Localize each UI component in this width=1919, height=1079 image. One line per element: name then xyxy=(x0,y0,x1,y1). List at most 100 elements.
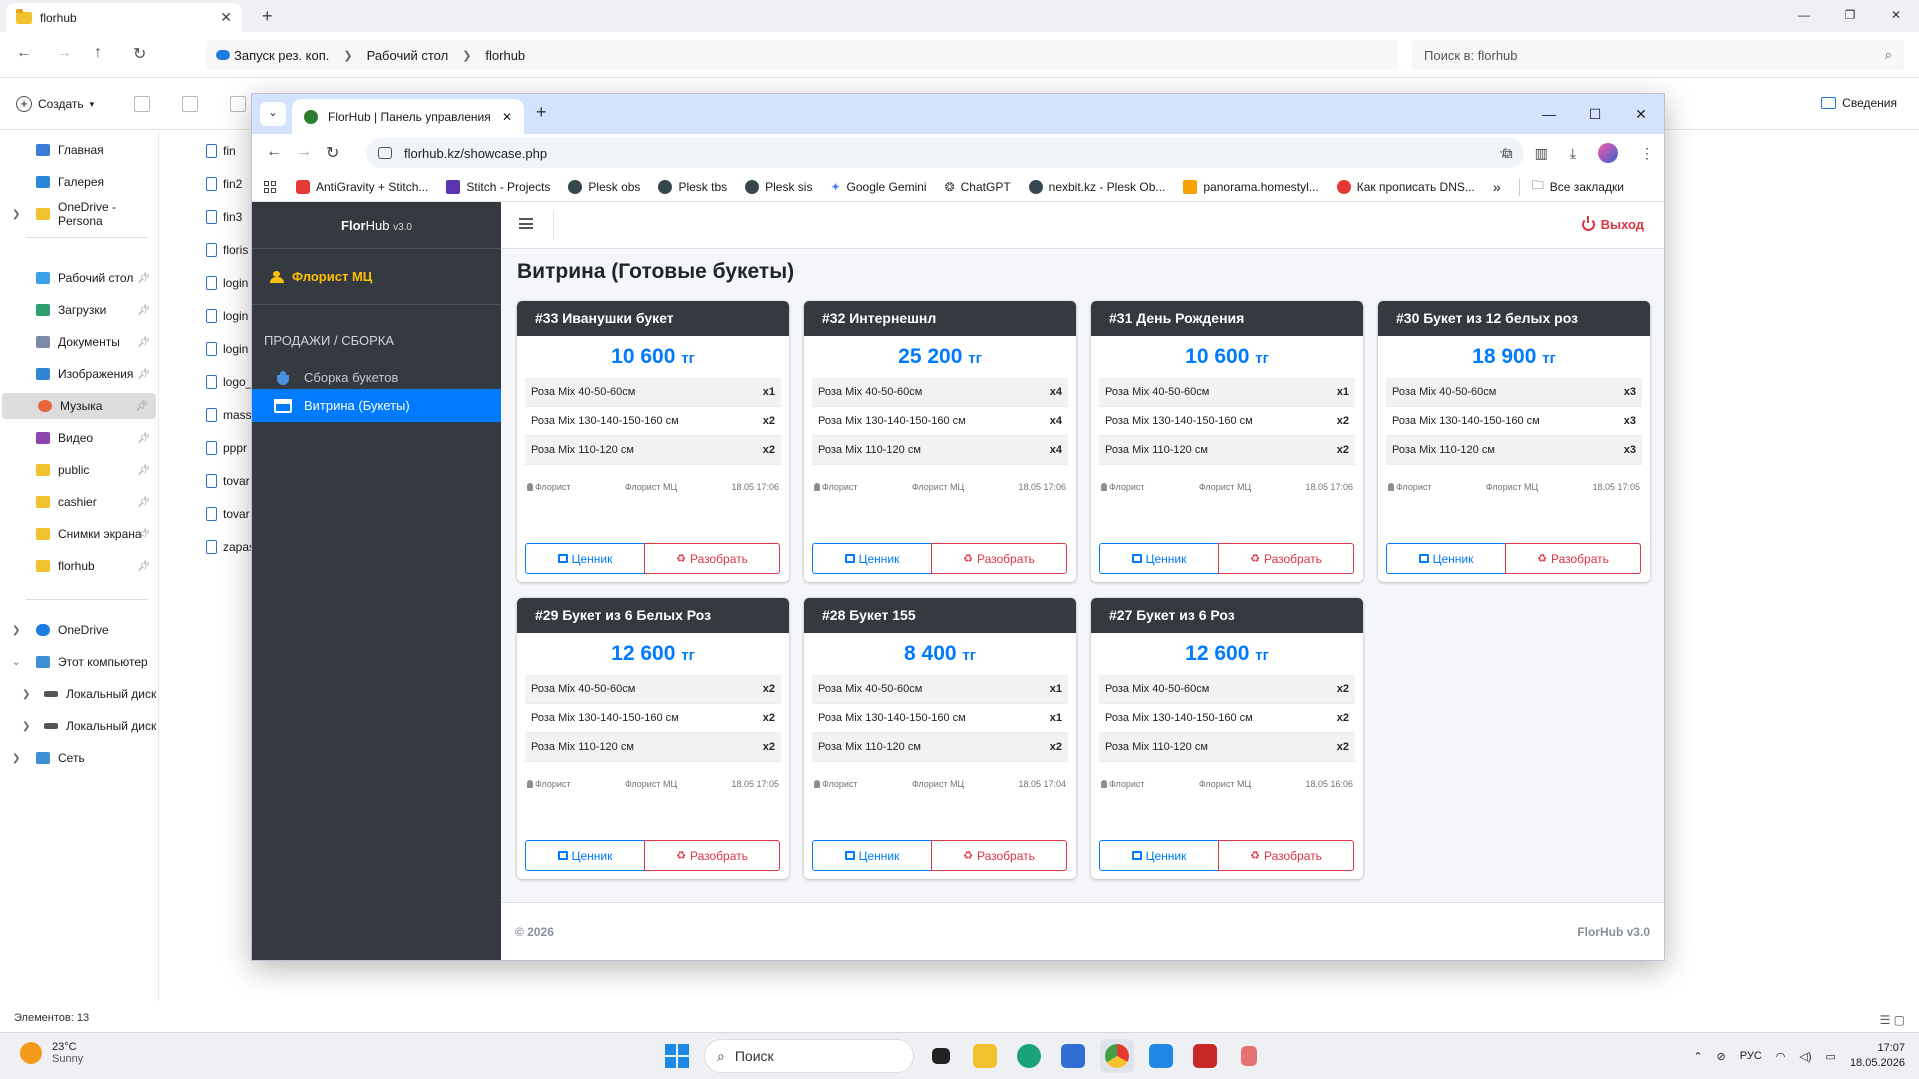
chevron-right-icon[interactable]: ❯ xyxy=(22,689,30,700)
close-tab-icon[interactable]: ✕ xyxy=(502,110,512,124)
bookmark-item[interactable]: Как прописать DNS... xyxy=(1336,179,1475,194)
bookmark-item[interactable]: AntiGravity + Stitch... xyxy=(296,179,428,194)
sidebar-item-pictures[interactable]: Изображения 📌︎ xyxy=(0,361,158,387)
forward-arrow-icon[interactable]: → xyxy=(56,44,72,62)
apps-grid-icon[interactable] xyxy=(264,180,276,193)
close-window-button[interactable]: ✕ xyxy=(1873,0,1919,30)
more-menu-icon[interactable]: ⋮ xyxy=(1640,145,1654,162)
breadcrumb-item[interactable]: Рабочий стол xyxy=(367,48,449,63)
all-bookmarks-button[interactable]: 🗀︎ Все закладки xyxy=(1532,176,1624,197)
explorer-tab[interactable]: florhub ✕ xyxy=(6,3,242,32)
wifi-icon[interactable]: ◠ xyxy=(1776,1050,1786,1063)
sidebar-item-florhub[interactable]: florhub 📌︎ xyxy=(0,553,158,579)
start-button[interactable] xyxy=(660,1039,694,1073)
sidebar-item-cashier[interactable]: cashier 📌︎ xyxy=(0,489,158,515)
sidebar-item-desktop[interactable]: Рабочий стол 📌︎ xyxy=(0,265,158,291)
chevron-up-icon[interactable]: ⌃ xyxy=(1693,1050,1702,1063)
chevron-right-icon[interactable]: ❯ xyxy=(12,753,20,764)
browser-tab[interactable]: FlorHub | Панель управления ✕ xyxy=(292,99,524,134)
bookmark-item[interactable]: ✦ Google Gemini xyxy=(830,180,926,194)
store-taskbar-button[interactable] xyxy=(1056,1039,1090,1073)
paste-icon[interactable] xyxy=(230,96,246,112)
minimize-button[interactable]: — xyxy=(1526,94,1572,134)
list-item[interactable]: login xyxy=(206,270,248,296)
disassemble-button[interactable]: ♻ Разобрать xyxy=(1505,543,1641,574)
no-camera-icon[interactable]: ⊘ xyxy=(1717,1050,1726,1063)
close-window-button[interactable]: ✕ xyxy=(1618,94,1664,134)
chevron-right-icon[interactable]: ❯ xyxy=(22,721,30,732)
disassemble-button[interactable]: ♻ Разобрать xyxy=(644,543,780,574)
filezilla-taskbar-button[interactable] xyxy=(1188,1039,1222,1073)
sidebar-item-home[interactable]: Главная xyxy=(0,137,158,163)
language-indicator[interactable]: РУС xyxy=(1740,1050,1762,1062)
list-item[interactable]: tovar xyxy=(206,468,250,494)
sidebar-item-gallery[interactable]: Галерея xyxy=(0,169,158,195)
bookmark-item[interactable]: nexbit.kz - Plesk Ob... xyxy=(1028,179,1165,194)
maximize-button[interactable]: ❐ xyxy=(1827,0,1873,30)
file-explorer-taskbar-button[interactable] xyxy=(968,1039,1002,1073)
site-info-icon[interactable] xyxy=(378,147,392,159)
more-bookmarks-icon[interactable]: » xyxy=(1493,179,1501,195)
bookmark-item[interactable]: Stitch - Projects xyxy=(446,179,550,194)
list-item[interactable]: zapas xyxy=(206,534,255,560)
battery-icon[interactable]: ▭ xyxy=(1826,1050,1836,1063)
list-item[interactable]: login xyxy=(206,303,248,329)
maximize-button[interactable]: ☐ xyxy=(1572,94,1618,134)
disassemble-button[interactable]: ♻ Разобрать xyxy=(1218,543,1354,574)
close-tab-icon[interactable]: ✕ xyxy=(220,9,232,26)
back-arrow-icon[interactable]: ← xyxy=(16,44,32,62)
copy-icon[interactable] xyxy=(182,96,198,112)
brand-logo[interactable]: FlorHub v3.0 xyxy=(252,202,501,249)
sidebar-item-music[interactable]: Музыка 📌︎ xyxy=(2,393,156,419)
list-item[interactable]: fin xyxy=(206,138,236,164)
extensions-icon[interactable]: ⧉ xyxy=(1503,145,1513,162)
price-tag-button[interactable]: Ценник xyxy=(525,840,645,871)
chevron-down-icon[interactable]: ⌄ xyxy=(12,657,20,668)
disassemble-button[interactable]: ♻ Разобрать xyxy=(931,543,1067,574)
list-item[interactable]: login xyxy=(206,336,248,362)
breadcrumb-item[interactable]: florhub xyxy=(485,48,525,63)
logout-button[interactable]: Выход xyxy=(1581,216,1644,232)
vscode-taskbar-button[interactable] xyxy=(1144,1039,1178,1073)
breadcrumb-item[interactable]: Запуск рез. коп. xyxy=(234,48,329,63)
hamburger-menu-icon[interactable] xyxy=(519,218,533,229)
list-item[interactable]: pppr xyxy=(206,435,247,461)
disassemble-button[interactable]: ♻ Разобрать xyxy=(931,840,1067,871)
list-item[interactable]: fin2 xyxy=(206,171,242,197)
bookmark-item[interactable]: Plesk sis xyxy=(745,179,812,194)
download-icon[interactable]: ⤓ xyxy=(1570,145,1576,162)
list-item[interactable]: logo_ xyxy=(206,369,252,395)
bookmark-item[interactable]: panorama.homestyl... xyxy=(1183,179,1319,194)
sidebar-item-local-disk[interactable]: ❯ Локальный диск xyxy=(0,713,158,739)
bookmark-item[interactable]: Plesk tbs xyxy=(658,179,727,194)
edge-taskbar-button[interactable] xyxy=(1012,1039,1046,1073)
price-tag-button[interactable]: Ценник xyxy=(812,543,932,574)
sidebar-item-onedrive[interactable]: ❯ OneDrive xyxy=(0,617,158,643)
avatar[interactable] xyxy=(1598,143,1618,163)
view-toggle-icon[interactable]: ☰ ▢ xyxy=(1880,1013,1905,1027)
sidebar-item-this-pc[interactable]: ⌄ Этот компьютер xyxy=(0,649,158,675)
price-tag-button[interactable]: Ценник xyxy=(1386,543,1506,574)
reload-icon[interactable]: ↻ xyxy=(326,143,339,163)
list-item[interactable]: fin3 xyxy=(206,204,242,230)
up-arrow-icon[interactable]: ↑ xyxy=(94,44,102,62)
disassemble-button[interactable]: ♻ Разобрать xyxy=(644,840,780,871)
sidebar-item-screenshots[interactable]: Снимки экрана 📌︎ xyxy=(0,521,158,547)
disassemble-button[interactable]: ♻ Разобрать xyxy=(1218,840,1354,871)
clock[interactable]: 17:07 18.05.2026 xyxy=(1850,1041,1905,1071)
app-taskbar-button[interactable] xyxy=(1232,1039,1266,1073)
details-button[interactable]: Сведения xyxy=(1821,96,1897,110)
volume-icon[interactable]: ◁) xyxy=(1799,1050,1811,1063)
bookmark-item[interactable]: Plesk obs xyxy=(568,179,640,194)
chevron-right-icon[interactable]: ❯ xyxy=(12,625,20,636)
back-arrow-icon[interactable]: ← xyxy=(266,143,282,161)
explorer-search-input[interactable]: Поиск в: florhub ⌕ xyxy=(1412,40,1904,70)
list-item[interactable]: mass xyxy=(206,402,252,428)
price-tag-button[interactable]: Ценник xyxy=(1099,840,1219,871)
sidebar-item-documents[interactable]: Документы 📌︎ xyxy=(0,329,158,355)
sidebar-item-network[interactable]: ❯ Сеть xyxy=(0,745,158,771)
taskbar-search[interactable]: ⌕ Поиск xyxy=(704,1039,914,1073)
list-item[interactable]: tovar xyxy=(206,501,250,527)
cut-icon[interactable] xyxy=(134,96,150,112)
chevron-right-icon[interactable]: ❯ xyxy=(12,209,20,220)
